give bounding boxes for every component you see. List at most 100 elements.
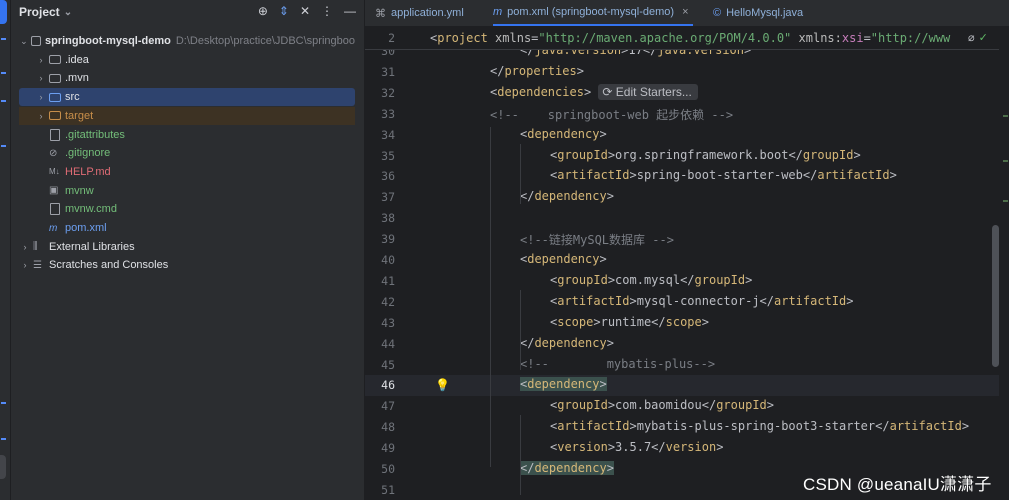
line-number: 50 <box>381 462 395 476</box>
inspection-widget[interactable]: ⌀ ✓ <box>968 31 988 44</box>
line-number: 39 <box>381 232 395 247</box>
tree-item-src[interactable]: › src <box>19 88 355 107</box>
line-number: 40 <box>381 253 395 267</box>
maven-icon: m <box>49 222 58 234</box>
tree-item-mvn[interactable]: › .mvn <box>19 69 355 87</box>
tree-item-label: External Libraries <box>49 240 135 253</box>
tree-item-mvnw-cmd[interactable]: mvnw.cmd <box>19 200 355 218</box>
tab-label: HelloMysql.java <box>726 7 804 19</box>
tree-item-label: mvnw.cmd <box>65 203 117 216</box>
folder-icon <box>49 111 61 121</box>
code-line: </properties> <box>490 63 584 78</box>
chevron-right-icon[interactable]: › <box>35 73 47 83</box>
change-marker <box>1003 160 1008 162</box>
line-number: 34 <box>381 127 395 142</box>
tool-marker <box>1 72 6 74</box>
lightbulb-icon[interactable]: 💡 <box>435 378 450 392</box>
tree-item-mvnw[interactable]: ▣ mvnw <box>19 182 355 200</box>
code-line: <groupId>com.mysql</groupId> <box>550 272 753 287</box>
line-number: 33 <box>381 106 395 121</box>
tree-item-pom-xml[interactable]: m pom.xml <box>19 219 355 237</box>
chevron-right-icon[interactable]: › <box>35 111 47 121</box>
locate-icon[interactable]: ⊕ <box>258 4 268 18</box>
chevron-right-icon[interactable]: › <box>19 242 31 252</box>
tree-item-label: pom.xml <box>65 222 107 234</box>
tree-item-label: .mvn <box>65 72 89 85</box>
tree-item-external-libraries[interactable]: › ⫼ External Libraries <box>19 238 355 256</box>
maven-icon: m <box>493 6 503 18</box>
chevron-right-icon[interactable]: › <box>35 92 47 102</box>
yml-icon: ⌘ <box>375 7 386 20</box>
tab-hellomysql-java[interactable]: © HelloMysql.java <box>713 0 803 26</box>
tree-item-target[interactable]: › target <box>19 106 355 125</box>
tab-pom-xml[interactable]: m pom.xml (springboot-mysql-demo) × <box>493 0 693 26</box>
line-number: 44 <box>381 336 395 351</box>
code-line: </dependency> <box>520 335 614 350</box>
watermark-text: CSDN @ueanaIU潇潇子 <box>803 475 992 494</box>
chevron-right-icon[interactable]: › <box>19 260 31 270</box>
line-number: 38 <box>381 211 395 226</box>
collapse-all-icon[interactable]: ✕ <box>300 4 310 18</box>
project-panel: Project ⌄ ⊕ ⇕ ✕ ⋮ — ⌄ springboot-mysql-de… <box>11 0 365 500</box>
indent-guide <box>490 127 491 467</box>
gitignore-icon: ⊘ <box>49 147 58 159</box>
chevron-down-icon[interactable]: ⌄ <box>64 7 72 18</box>
options-icon[interactable]: ⋮ <box>321 4 333 18</box>
shell-script-icon: ▣ <box>49 185 59 197</box>
project-toolbar: ⊕ ⇕ ✕ ⋮ — <box>258 4 356 18</box>
tree-item-scratches-and-consoles[interactable]: › ☰ Scratches and Consoles <box>19 256 355 274</box>
module-icon <box>30 36 41 46</box>
tool-marker <box>1 100 6 102</box>
tab-label: application.yml <box>391 7 464 19</box>
check-icon: ✓ <box>978 32 988 44</box>
code-line: <version>3.5.7</version> <box>550 440 724 455</box>
line-number: 37 <box>381 190 395 205</box>
code-line: <!-- springboot-web 起步依赖 --> <box>490 107 734 122</box>
tree-item-help-md[interactable]: M↓ HELP.md <box>19 163 355 181</box>
tab-application-yml[interactable]: ⌘ application.yml <box>375 0 464 26</box>
line-number: 41 <box>381 273 395 288</box>
tree-item-label: .idea <box>65 53 89 66</box>
tool-marker <box>1 145 6 147</box>
line-number: 43 <box>381 315 395 330</box>
reader-mode-icon[interactable]: ⌀ <box>968 32 975 44</box>
tool-marker <box>1 38 6 40</box>
code-editor[interactable]: 30 </java.version>17</java.version> 31 </pr… <box>365 27 1009 500</box>
code-line: </dependency> <box>520 189 614 204</box>
tree-item-springboot-mysql-demo[interactable]: ⌄ springboot-mysql-demo D:\Desktop\practic… <box>19 32 355 50</box>
tree-item-gitattributes[interactable]: .gitattributes <box>19 126 355 144</box>
expand-collapse-icon[interactable]: ⇕ <box>279 4 289 18</box>
line-number: 42 <box>381 294 395 309</box>
tool-marker <box>1 402 6 404</box>
java-class-icon: © <box>713 7 722 19</box>
chevron-down-icon[interactable]: ⌄ <box>19 36 29 47</box>
indent-guide <box>520 415 521 495</box>
line-number: 31 <box>381 64 395 79</box>
folder-icon <box>49 73 61 83</box>
code-line: <!-- mybatis-plus--> <box>520 356 716 371</box>
line-number: 36 <box>381 169 395 184</box>
code-line: <dependency> <box>520 377 607 392</box>
edit-starters-hint[interactable]: ⟳ Edit Starters... <box>598 83 698 100</box>
tree-item-label: target <box>65 109 94 122</box>
sticky-code: <project xmlns="http://maven.apache.org/… <box>430 31 951 45</box>
tree-item-idea[interactable]: › .idea <box>19 51 355 69</box>
tree-item-label: springboot-mysql-demo <box>44 35 171 47</box>
chevron-right-icon[interactable]: › <box>35 55 47 65</box>
project-tool-button[interactable] <box>0 0 7 24</box>
selected-tool-button[interactable] <box>0 455 6 479</box>
code-line: <artifactId>mysql-connector-j</artifactI… <box>550 293 854 308</box>
minimize-icon[interactable]: — <box>344 4 356 18</box>
line-number: 48 <box>381 420 395 435</box>
line-number: 35 <box>381 148 395 163</box>
code-line: <artifactId>mybatis-plus-spring-boot3-st… <box>550 419 970 434</box>
editor-scrollbar[interactable] <box>992 225 999 367</box>
close-icon[interactable]: × <box>682 6 688 18</box>
code-line: <dependency> <box>520 252 607 266</box>
library-icon: ⫼ <box>33 241 38 253</box>
edit-starters-icon: ⟳ <box>602 84 613 99</box>
line-number: 2 <box>388 31 395 45</box>
code-line: <dependency> <box>520 126 607 141</box>
tree-item-gitignore[interactable]: ⊘ .gitignore <box>19 144 355 162</box>
line-number: 49 <box>381 441 395 456</box>
